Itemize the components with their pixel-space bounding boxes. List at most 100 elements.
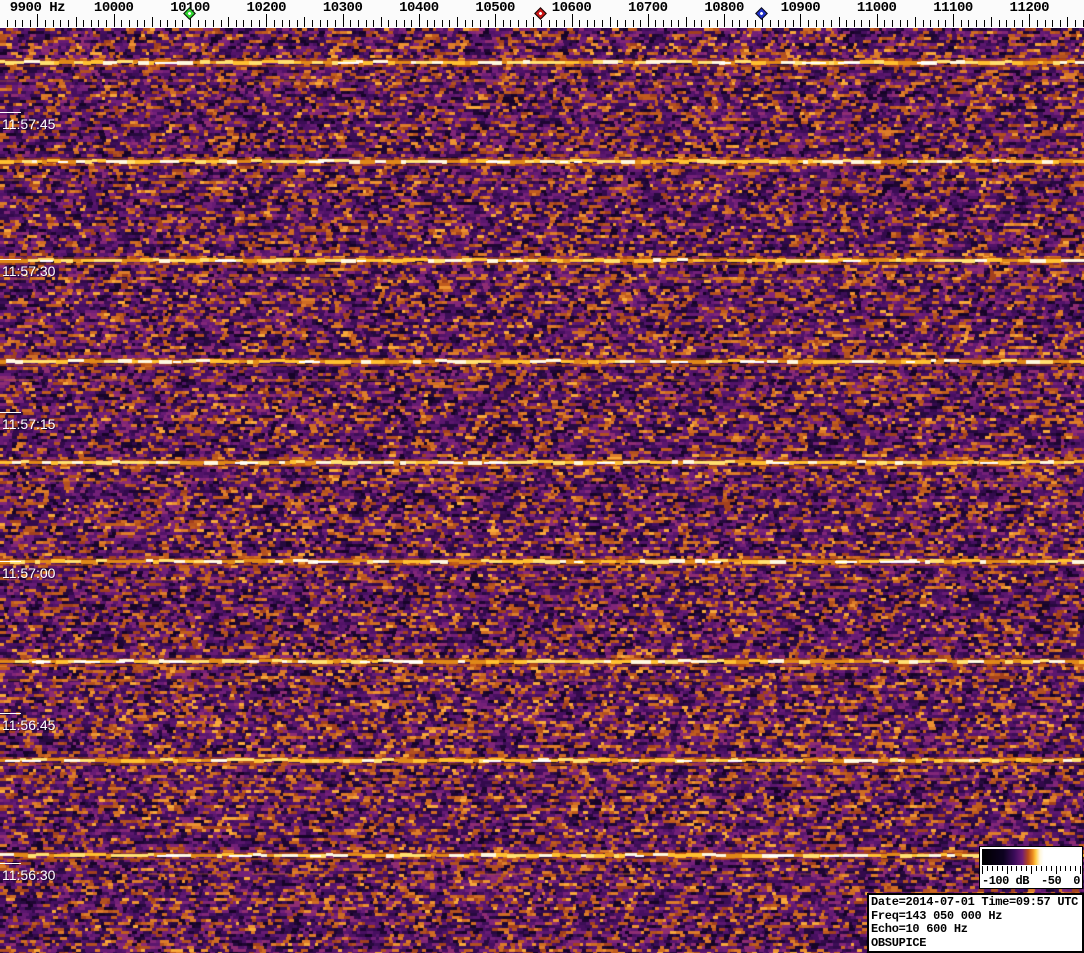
ruler-tick [197,20,199,27]
ruler-tick [670,20,672,27]
legend-tick [982,866,983,874]
ruler-tick [525,20,527,27]
ruler-tick [701,20,703,27]
ruler-tick [1006,20,1008,27]
ruler-tick [708,20,710,27]
ruler-tick [319,20,321,27]
ruler-tick [739,20,741,27]
legend-tick [1011,866,1013,871]
ruler-tick [975,20,977,27]
ruler-tick [1036,20,1038,27]
ruler-tick [640,20,642,27]
ruler-frequency-label: 10900 [780,0,821,16]
ruler-tick [731,20,733,27]
ruler-tick [846,20,848,27]
ruler-tick [502,20,504,27]
intensity-gradient-bar [982,849,1080,865]
ruler-tick [579,20,581,27]
ruler-tick [487,20,489,27]
ruler-tick [777,20,779,27]
legend-label-max: 0 [1073,874,1080,888]
ruler-tick [29,20,31,27]
ruler-tick [380,17,382,27]
time-tick [0,412,21,413]
ruler-tick [968,20,970,27]
ruler-tick [174,20,176,27]
legend-tick [1040,866,1042,871]
ruler-tick [1059,20,1061,27]
legend-label-row: -100 dB -50 0 [982,874,1080,888]
legend-tick [1006,866,1008,874]
ruler-tick [403,20,405,27]
ruler-tick [182,20,184,27]
time-label: 11:57:30 [2,263,56,279]
ruler-tick [518,20,520,27]
legend-tick [1050,866,1052,871]
ruler-tick [281,20,283,27]
ruler-tick [510,20,512,27]
ruler-tick [853,20,855,27]
ruler-frequency-label: 10000 [93,0,134,16]
legend-tick [1070,866,1072,871]
ruler-tick [869,20,871,27]
ruler-tick [388,20,390,27]
ruler-tick [167,20,169,27]
ruler-tick [747,20,748,27]
ruler-tick [1014,20,1015,27]
time-label: 11:57:00 [2,565,56,581]
ruler-tick [663,20,664,27]
ruler-tick [357,20,359,27]
legend-tick [1065,866,1067,871]
ruler-tick [251,20,252,27]
ruler-tick [212,20,214,27]
ruler-tick [350,20,352,27]
ruler-frequency-label: 11100 [933,0,973,16]
ruler-tick [830,20,832,27]
ruler-frequency-label: 10700 [628,0,668,16]
ruler-tick [220,20,222,27]
ruler-tick [556,20,558,27]
legend-label-mid: -50 [1041,874,1062,888]
ruler-tick [914,17,916,27]
legend-tick [1001,866,1003,871]
legend-tick [991,866,993,871]
ruler-tick [14,20,16,27]
spectrogram-window: 9900 Hz100001010010200103001040010500106… [0,0,1084,953]
ruler-tick [228,17,230,27]
ruler-tick [823,20,825,27]
ruler-tick [235,20,237,27]
marker-diamond-blue[interactable] [755,7,769,20]
ruler-tick [312,20,314,27]
ruler-tick [769,20,771,27]
info-echo-offset: Echo=10 600 Hz [871,922,968,936]
ruler-tick [930,20,932,27]
time-label: 11:56:30 [2,867,56,883]
ruler-tick [891,20,893,27]
ruler-frequency-label: 10400 [399,0,439,16]
ruler-tick [1021,20,1023,27]
ruler-tick [548,20,550,27]
legend-tick-row [982,866,1081,874]
ruler-tick [83,20,85,27]
ruler-frequency-label: 11200 [1009,0,1050,16]
ruler-frequency-label: 9900 Hz [9,0,66,16]
ruler-tick [373,20,375,27]
waterfall-spectrogram-canvas[interactable] [0,28,1084,953]
ruler-tick [609,17,611,27]
ruler-frequency-label: 11000 [856,0,897,16]
status-info-box: Date=2014-07-01 Time=09:57 UTC Freq=143 … [867,893,1084,953]
legend-tick [1045,866,1047,871]
legend-label-min: -100 dB [982,874,1029,888]
legend-tick [1016,866,1018,871]
ruler-frequency-label: 10600 [551,0,592,16]
ruler-tick [808,20,809,27]
ruler-tick [449,20,451,27]
ruler-frequency-label: 10500 [475,0,515,16]
legend-tick [1080,866,1081,874]
ruler-frequency-label: 10800 [704,0,744,16]
ruler-tick [75,17,77,27]
frequency-ruler[interactable]: 9900 Hz100001010010200103001040010500106… [0,0,1084,28]
marker-diamond-red[interactable] [534,7,547,20]
ruler-tick [983,20,985,27]
ruler-tick [907,20,909,27]
